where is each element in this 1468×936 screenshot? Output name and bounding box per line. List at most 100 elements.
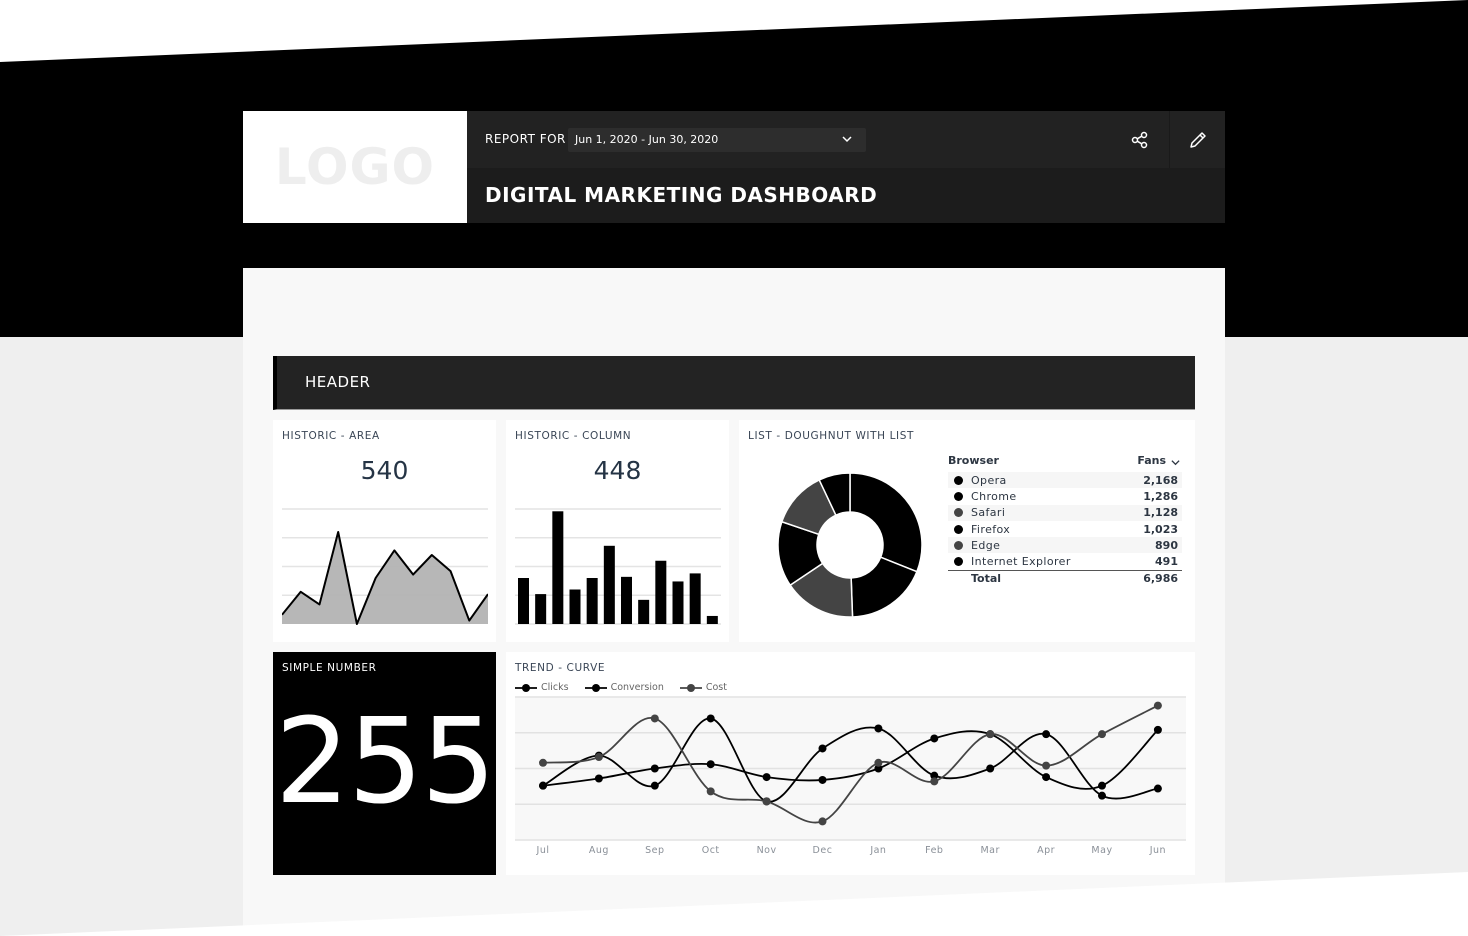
doughnut-chart [777,472,923,618]
chevron-down-icon [1171,459,1180,465]
widget-value: 540 [360,456,409,485]
x-tick-label: May [1091,845,1112,856]
data-point-cost [986,730,995,739]
total-row: Total 6,986 [948,569,1182,587]
fans-label: Fans [1137,453,1166,467]
fans-value: 491 [1155,555,1178,569]
chevron-down-icon [842,136,852,143]
widget-simple-number[interactable]: SIMPLE NUMBER 255 [273,652,496,875]
list-item-name: Internet Explorer [948,555,1071,568]
date-range-select[interactable]: Jun 1, 2020 - Jun 30, 2020 [568,128,866,152]
list-item: Edge 890 [948,537,1182,554]
list-item: Opera 2,168 [948,472,1182,489]
column-bar [569,589,581,624]
column-bar [655,560,667,624]
dashboard-panel: HEADER HISTORIC - AREA 540 HISTORIC - CO… [243,268,1225,936]
widget-trend-curve[interactable]: TREND - CURVE Clicks Conversion Cost Jul Au… [506,652,1195,875]
widget-historic-area[interactable]: HISTORIC - AREA 540 [273,420,496,642]
report-bar: REPORT FOR Jun 1, 2020 - Jun 30, 2020 [467,111,1225,168]
x-tick-label: Aug [589,845,609,856]
list-item-name: Firefox [948,523,1010,536]
list-item-name: Safari [948,506,1005,519]
x-tick-label: Nov [757,845,777,856]
browser-name: Edge [971,538,1001,552]
list-item: Firefox 1,023 [948,521,1182,537]
edit-button[interactable] [1169,111,1225,168]
fans-value: 890 [1155,538,1178,552]
data-point-clicks [874,724,883,733]
data-point-conversion [762,773,771,782]
data-point-cost [706,787,715,796]
list-item-name: Opera [948,474,1007,487]
x-tick-label: Jan [869,845,886,856]
x-tick-label: Mar [980,845,999,856]
list-item: Safari 1,128 [948,504,1182,521]
fans-column-header[interactable]: Fans [1137,454,1182,467]
data-point-clicks [1098,791,1106,800]
total-value: 6,986 [1143,572,1178,586]
column-bar [689,573,701,624]
trend-chart: Jul Aug Sep Oct Nov Dec Jan Feb Mar Apr May Jun [515,696,1186,856]
column-bar [518,578,529,624]
date-range-value: Jun 1, 2020 - Jun 30, 2020 [575,133,719,146]
list-item-name: Edge [948,539,1000,552]
widget-title: SIMPLE NUMBER [282,662,377,674]
widget-doughnut-list[interactable]: LIST - DOUGHNUT WITH LIST Browser Fans O… [739,420,1195,642]
data-point-cost [818,817,827,826]
browser-name: Opera [971,473,1007,487]
legend-dot-icon [954,508,963,518]
browser-column-header: Browser [948,453,999,467]
fans-value: 2,168 [1143,473,1178,487]
data-point-cost [650,714,659,723]
data-point-cost [762,797,771,806]
data-point-conversion [650,764,659,773]
widget-historic-column[interactable]: HISTORIC - COLUMN 448 [506,420,729,642]
list-item-name: Chrome [948,490,1017,503]
list-item: Chrome 1,286 [948,488,1182,504]
x-tick-label: Dec [813,845,833,856]
x-tick-label: Jun [1149,845,1166,856]
column-bar [552,511,564,624]
data-point-cost [539,758,547,767]
column-chart [515,508,721,625]
data-point-clicks [650,781,659,790]
x-tick-label: Sep [645,845,664,856]
list-item: Internet Explorer 491 [948,553,1182,569]
data-point-clicks [1153,784,1162,793]
doughnut-slice [849,472,923,573]
legend-dot-icon [954,524,963,534]
data-point-conversion [706,760,715,769]
data-point-conversion [594,774,603,783]
data-point-conversion [930,734,939,743]
legend-dot-icon [954,491,963,501]
column-bar [621,576,632,624]
column-bar [672,581,684,624]
legend-dot-icon [954,557,963,567]
x-tick-label: Jul [536,845,550,856]
section-header: HEADER [273,356,1195,410]
simple-number-value: 255 [274,692,496,830]
dashboard-topbar: LOGO REPORT FOR Jun 1, 2020 - Jun 30, 20… [243,111,1225,223]
data-point-cost [1042,761,1051,770]
data-point-clicks [1042,730,1051,739]
column-bar [603,545,615,624]
share-icon [1131,131,1148,148]
browser-name: Firefox [971,522,1011,536]
browser-name: Safari [971,506,1006,520]
area-chart [282,508,488,625]
data-point-cost [874,758,883,767]
column-bar [638,599,650,624]
section-header-title: HEADER [305,373,371,391]
share-button[interactable] [1112,111,1168,168]
data-point-cost [1153,701,1162,710]
widget-title: LIST - DOUGHNUT WITH LIST [748,430,914,442]
data-point-conversion [1153,725,1162,734]
data-point-conversion [539,781,547,790]
data-point-cost [594,753,603,762]
x-tick-label: Apr [1037,845,1055,856]
widget-title: HISTORIC - AREA [282,430,380,442]
fans-value: 1,286 [1143,489,1178,503]
total-label: Total [971,572,1002,586]
column-bar [586,578,598,624]
widget-title: HISTORIC - COLUMN [515,430,632,442]
